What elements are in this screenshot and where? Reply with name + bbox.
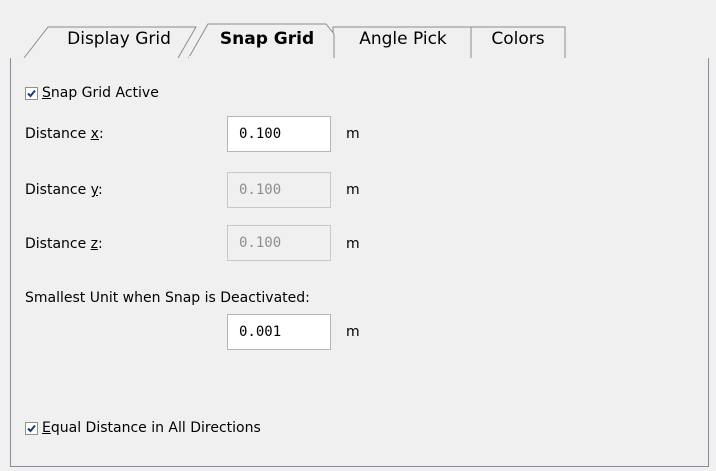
- snap-grid-active-mnemonic: S: [42, 85, 51, 101]
- tab-display-grid[interactable]: Display Grid: [52, 27, 186, 51]
- equal-distance-mnemonic: E: [42, 420, 51, 436]
- distance-z-label: Distance z:: [25, 236, 103, 252]
- tab-snap-grid[interactable]: Snap Grid: [205, 27, 329, 51]
- tab-strip: Display Grid Snap Grid Angle Pick Colors: [0, 0, 716, 60]
- tab-colors[interactable]: Colors: [475, 27, 561, 51]
- snap-grid-panel: [10, 58, 709, 467]
- tab-angle-pick[interactable]: Angle Pick: [338, 27, 468, 51]
- checkmark-icon: [27, 89, 36, 98]
- equal-distance-checkbox[interactable]: [25, 422, 38, 435]
- snap-grid-active-text: nap Grid Active: [50, 85, 159, 101]
- distance-x-label: Distance x:: [25, 126, 104, 142]
- distance-z-input[interactable]: 0.100: [227, 225, 331, 261]
- checkmark-icon: [27, 424, 36, 433]
- distance-y-input[interactable]: 0.100: [227, 172, 331, 208]
- equal-distance-label[interactable]: Equal Distance in All Directions: [42, 419, 261, 437]
- smallest-unit-label: Smallest Unit when Snap is Deactivated:: [25, 290, 310, 306]
- smallest-unit-unit: m: [346, 324, 360, 340]
- smallest-unit-input[interactable]: 0.001: [227, 314, 331, 350]
- distance-x-unit: m: [346, 126, 360, 142]
- distance-y-label: Distance y:: [25, 182, 103, 198]
- distance-x-input[interactable]: 0.100: [227, 116, 331, 152]
- snap-grid-active-checkbox[interactable]: [25, 87, 38, 100]
- distance-z-unit: m: [346, 236, 360, 252]
- equal-distance-text: qual Distance in All Directions: [50, 420, 261, 436]
- distance-y-unit: m: [346, 182, 360, 198]
- snap-grid-active-label[interactable]: Snap Grid Active: [42, 84, 159, 102]
